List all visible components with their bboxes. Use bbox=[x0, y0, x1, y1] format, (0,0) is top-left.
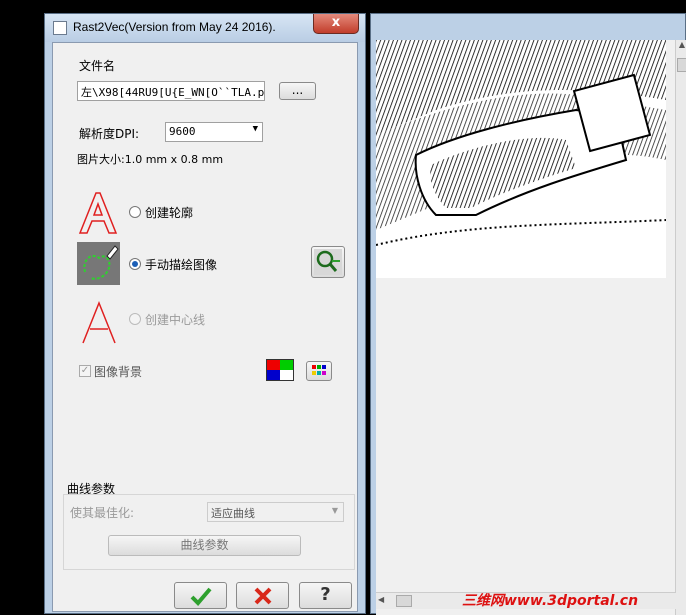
rast2vec-dialog: Rast2Vec(Version from May 24 2016). x 文件… bbox=[44, 13, 366, 614]
optimize-label: 使其最佳化: bbox=[70, 506, 135, 520]
color-swatch-icon[interactable] bbox=[266, 359, 294, 381]
optimize-value: 适应曲线 bbox=[211, 507, 255, 520]
preview-window: ▲ ◀ bbox=[370, 13, 686, 615]
window-title: Rast2Vec(Version from May 24 2016). bbox=[73, 20, 276, 34]
watermark-text: 三维网www.3dportal.cn bbox=[462, 593, 639, 609]
vertical-scrollbar[interactable]: ▲ bbox=[675, 40, 686, 615]
chevron-down-icon: ▼ bbox=[252, 124, 258, 134]
image-background-checkbox[interactable]: ✓ bbox=[79, 365, 91, 377]
vertical-scroll-thumb[interactable] bbox=[677, 58, 686, 72]
curve-params-button[interactable]: 曲线参数 bbox=[108, 535, 301, 556]
traced-image-preview bbox=[376, 40, 666, 278]
scroll-left-icon[interactable]: ◀ bbox=[378, 595, 388, 607]
manual-trace-label: 手动描绘图像 bbox=[145, 258, 218, 272]
file-name-field[interactable]: 左\X98[44RU9[U{E_WN[O``TLA.png bbox=[77, 81, 265, 101]
close-button[interactable]: x bbox=[313, 14, 359, 34]
create-outline-radio[interactable] bbox=[129, 206, 141, 218]
palette-icon bbox=[312, 365, 326, 375]
help-button[interactable]: ? bbox=[299, 582, 352, 609]
create-centerline-radio[interactable] bbox=[129, 313, 141, 325]
dpi-select[interactable]: 9600 ▼ bbox=[165, 122, 263, 142]
image-size-text: 图片大小:1.0 mm x 0.8 mm bbox=[77, 153, 224, 166]
cancel-button[interactable] bbox=[236, 582, 289, 609]
image-background-label: 图像背景 bbox=[94, 365, 143, 379]
ok-button[interactable] bbox=[174, 582, 227, 609]
scroll-up-icon[interactable]: ▲ bbox=[677, 40, 686, 54]
create-centerline-label: 创建中心线 bbox=[145, 313, 206, 327]
chevron-down-icon: ▼ bbox=[331, 506, 338, 515]
manual-trace-radio[interactable] bbox=[129, 258, 141, 270]
palette-button[interactable] bbox=[306, 361, 332, 381]
preview-canvas[interactable] bbox=[376, 40, 678, 615]
title-bar[interactable]: Rast2Vec(Version from May 24 2016). x bbox=[45, 14, 365, 42]
app-icon bbox=[53, 21, 67, 35]
create-outline-label: 创建轮廓 bbox=[145, 206, 194, 220]
magnifier-icon bbox=[314, 249, 342, 275]
optimize-select[interactable]: 适应曲线 ▼ bbox=[207, 502, 344, 522]
centerline-a-icon bbox=[77, 299, 121, 345]
trace-image-icon bbox=[77, 242, 120, 285]
dpi-label: 解析度DPI: bbox=[79, 127, 140, 141]
dpi-value: 9600 bbox=[169, 125, 196, 138]
outline-a-icon bbox=[76, 189, 120, 235]
dialog-panel: 文件名 左\X98[44RU9[U{E_WN[O``TLA.png ... 解析… bbox=[52, 42, 358, 612]
check-icon bbox=[190, 587, 212, 606]
file-name-label: 文件名 bbox=[79, 59, 116, 73]
horizontal-scroll-thumb[interactable] bbox=[396, 595, 412, 607]
cross-icon bbox=[254, 587, 271, 605]
zoom-button[interactable] bbox=[311, 246, 345, 278]
browse-button[interactable]: ... bbox=[279, 82, 316, 100]
